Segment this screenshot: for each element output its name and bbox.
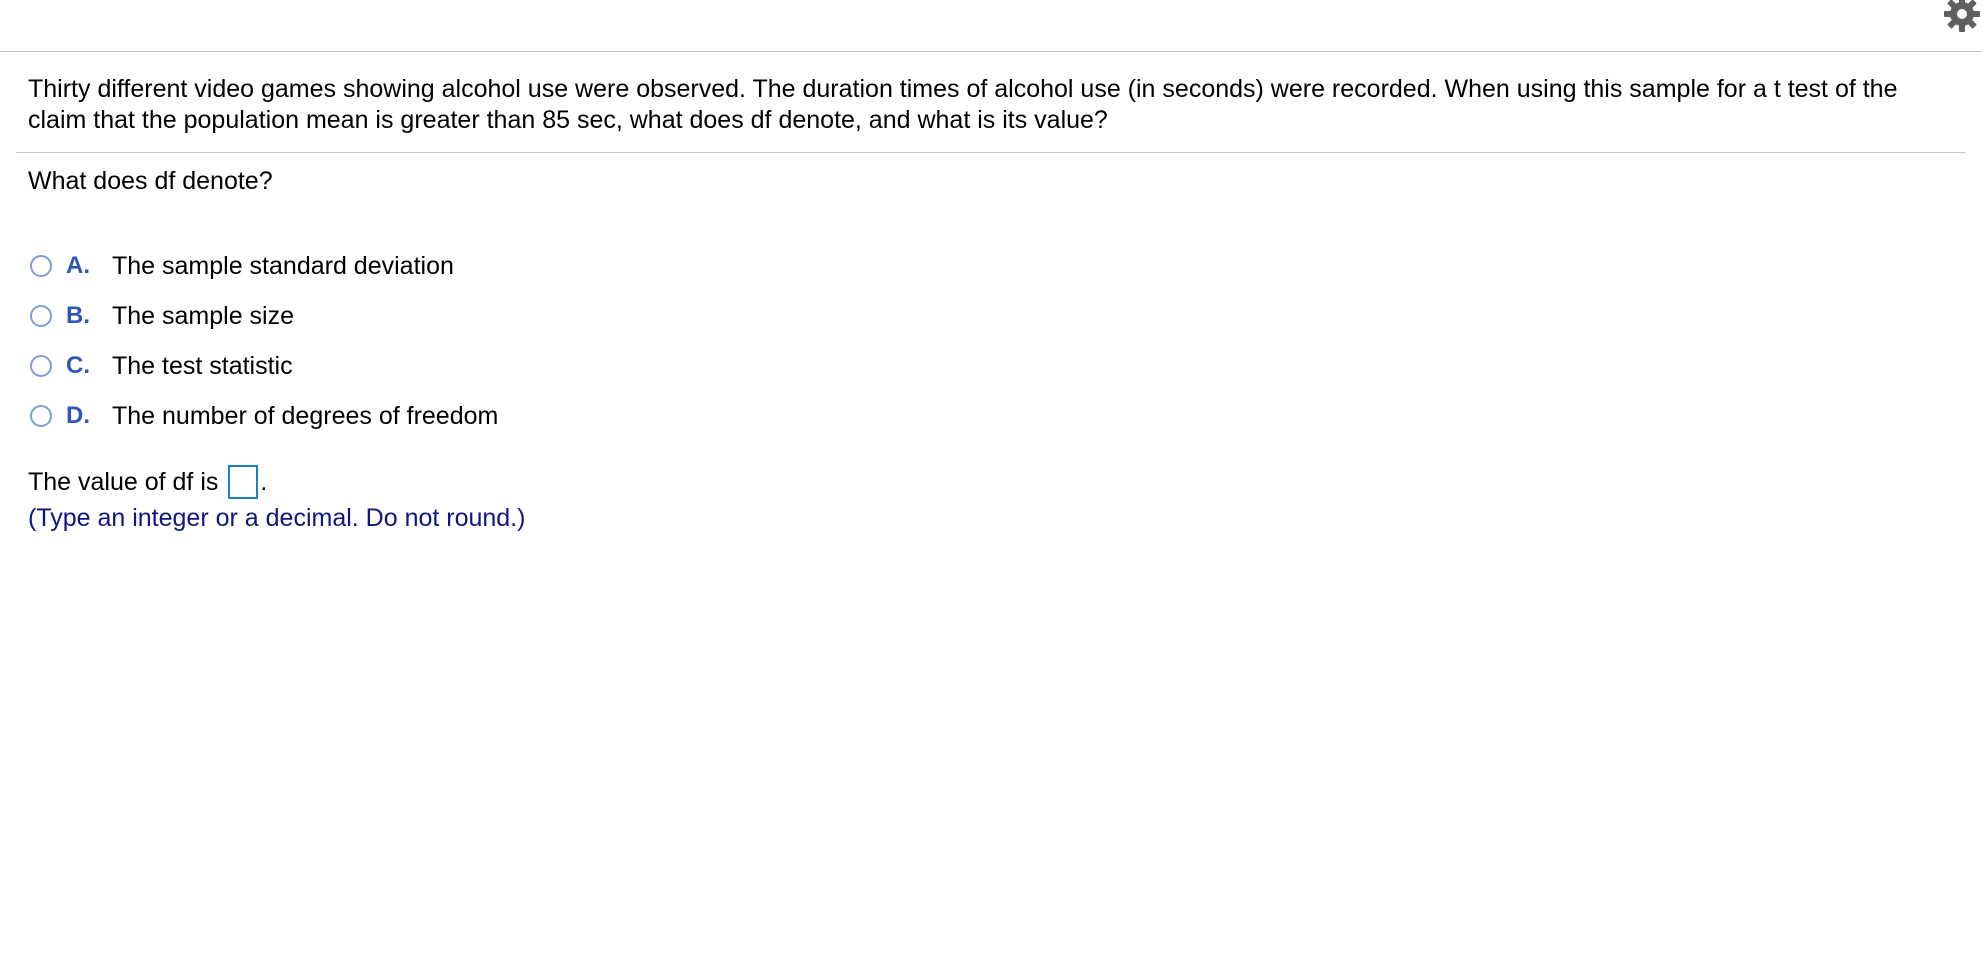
option-label: The number of degrees of freedom (112, 401, 499, 430)
option-label: The sample standard deviation (112, 251, 454, 280)
answer-hint: (Type an integer or a decimal. Do not ro… (28, 504, 526, 532)
option-d[interactable]: D. The number of degrees of freedom (30, 391, 498, 441)
answer-options: A. The sample standard deviation B. The … (30, 241, 498, 441)
option-letter: A. (66, 252, 90, 279)
radio-button[interactable] (30, 305, 52, 327)
question-text: Thirty different video games showing alc… (28, 75, 1898, 134)
top-bar (0, 0, 1982, 52)
option-a[interactable]: A. The sample standard deviation (30, 241, 498, 291)
df-value-prompt: The value of df is . (28, 464, 267, 500)
df-value-period: . (260, 468, 268, 496)
df-value-label: The value of df is (28, 468, 219, 496)
radio-button[interactable] (30, 355, 52, 377)
option-c[interactable]: C. The test statistic (30, 341, 498, 391)
gear-icon[interactable] (1942, 0, 1982, 34)
option-letter: D. (66, 402, 90, 429)
subquestion-text: What does df denote? (28, 167, 273, 195)
option-letter: C. (66, 352, 90, 379)
option-label: The sample size (112, 301, 295, 330)
divider (16, 152, 1966, 153)
radio-button[interactable] (30, 255, 52, 277)
option-b[interactable]: B. The sample size (30, 291, 498, 341)
option-letter: B. (66, 302, 90, 329)
df-value-input[interactable] (228, 465, 259, 499)
option-label: The test statistic (112, 351, 293, 380)
radio-button[interactable] (30, 405, 52, 427)
